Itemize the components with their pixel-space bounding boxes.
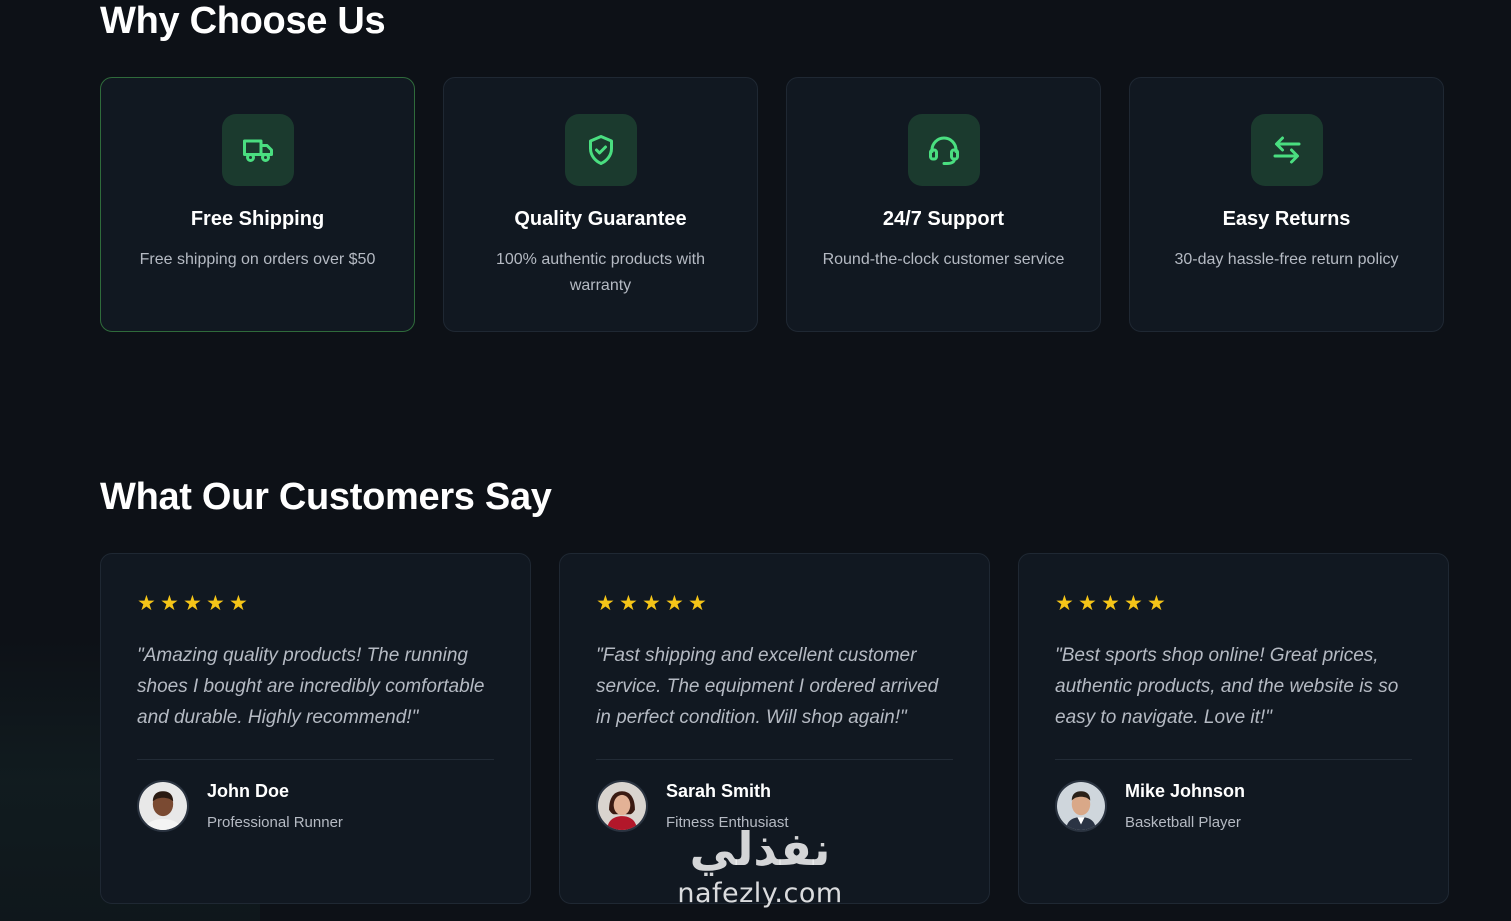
star-icon: ★ [688,592,707,615]
feature-card-easy-returns[interactable]: Easy Returns 30-day hassle-free return p… [1129,77,1444,332]
avatar [1055,780,1107,832]
headset-icon [907,114,980,186]
star-icon: ★ [229,592,248,615]
testimonial-author: Sarah Smith Fitness Enthusiast [596,780,953,832]
testimonials-grid: ★ ★ ★ ★ ★ "Amazing quality products! The… [100,553,1449,904]
star-icon: ★ [596,592,615,615]
star-icon: ★ [1078,592,1097,615]
feature-title: Free Shipping [190,208,325,230]
star-icon: ★ [642,592,661,615]
shield-check-icon [564,114,637,186]
star-icon: ★ [1055,592,1074,615]
divider [1055,759,1412,760]
truck-icon [221,114,294,186]
testimonial-author: Mike Johnson Basketball Player [1055,780,1412,832]
feature-description: 30-day hassle-free return policy [1174,251,1399,268]
testimonials-heading: What Our Customers Say [100,476,552,518]
author-name: Mike Johnson [1125,781,1246,801]
testimonial-card: ★ ★ ★ ★ ★ "Amazing quality products! The… [100,553,531,904]
testimonial-quote: "Best sports shop online! Great prices, … [1055,645,1399,728]
feature-card-support[interactable]: 24/7 Support Round-the-clock customer se… [786,77,1101,332]
star-icon: ★ [137,592,156,615]
star-icon: ★ [1124,592,1143,615]
star-rating: ★ ★ ★ ★ ★ [1055,592,1412,616]
author-role: Fitness Enthusiast [666,814,789,831]
author-role: Professional Runner [207,814,343,831]
star-rating: ★ ★ ★ ★ ★ [137,592,494,616]
testimonial-card: ★ ★ ★ ★ ★ "Best sports shop online! Grea… [1018,553,1449,904]
star-icon: ★ [206,592,225,615]
testimonial-quote: "Fast shipping and excellent customer se… [596,645,939,728]
divider [137,759,494,760]
author-role: Basketball Player [1125,814,1241,831]
feature-title: 24/7 Support [882,208,1005,230]
feature-description: Free shipping on orders over $50 [139,251,376,268]
feature-description: 100% authentic products with warranty [495,251,705,294]
feature-description: Round-the-clock customer service [822,251,1065,268]
author-name: John Doe [207,781,290,801]
swap-arrows-icon [1250,114,1323,186]
testimonial-card: ★ ★ ★ ★ ★ "Fast shipping and excellent c… [559,553,990,904]
avatar [596,780,648,832]
feature-title: Easy Returns [1222,208,1351,230]
testimonial-author: John Doe Professional Runner [137,780,494,832]
author-name: Sarah Smith [666,781,772,801]
features-grid: Free Shipping Free shipping on orders ov… [100,77,1444,332]
divider [596,759,953,760]
star-icon: ★ [619,592,638,615]
star-icon: ★ [183,592,202,615]
testimonial-quote: "Amazing quality products! The running s… [137,645,485,728]
star-icon: ★ [1147,592,1166,615]
star-icon: ★ [665,592,684,615]
feature-card-quality-guarantee[interactable]: Quality Guarantee 100% authentic product… [443,77,758,332]
feature-card-free-shipping[interactable]: Free Shipping Free shipping on orders ov… [100,77,415,332]
feature-title: Quality Guarantee [514,208,687,230]
avatar [137,780,189,832]
star-icon: ★ [160,592,179,615]
star-rating: ★ ★ ★ ★ ★ [596,592,953,616]
star-icon: ★ [1101,592,1120,615]
why-choose-us-heading: Why Choose Us [100,0,386,42]
